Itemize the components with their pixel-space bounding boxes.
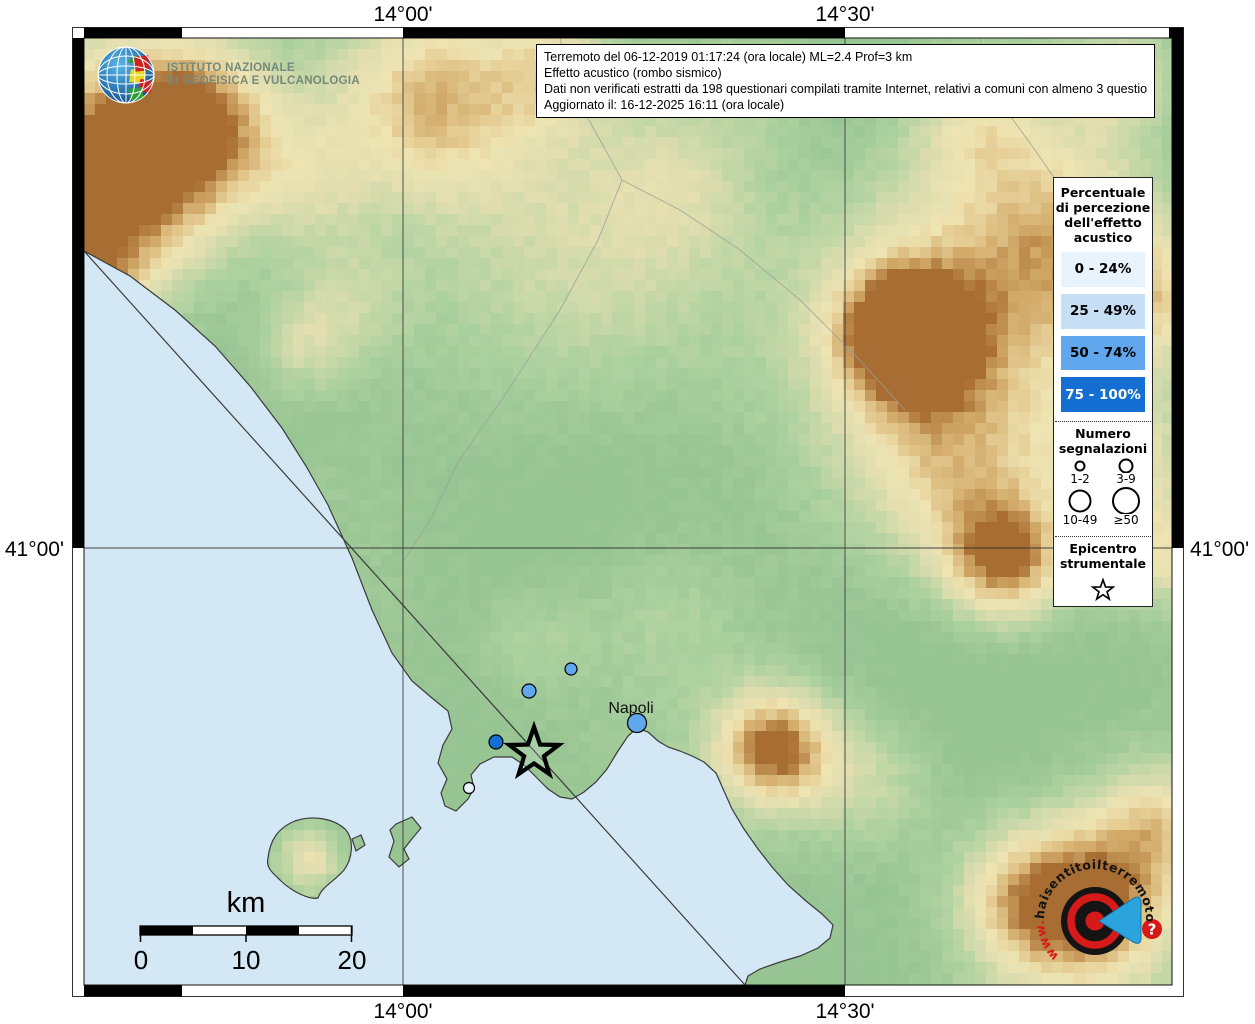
ingv-logo: ISTITUTO NAZIONALE DI GEOFISICA E VULCAN… — [96, 44, 360, 106]
macroseismic-map-page: Napoli km 0 10 20 ? www.haisentit — [0, 0, 1255, 1024]
signal-size-3-9-icon — [1111, 458, 1141, 473]
legend-epicenter-title: Epicentro strumentale — [1060, 541, 1146, 571]
ingv-globe-icon — [96, 44, 158, 106]
city-label-napoli: Napoli — [608, 700, 653, 717]
report-marker — [565, 663, 577, 675]
question-mark: ? — [1148, 921, 1157, 939]
report-marker — [464, 783, 475, 794]
legend-title: Percentuale di percezione dell'effetto a… — [1056, 185, 1151, 245]
legend-class-50-74: 50 - 74% — [1061, 336, 1145, 371]
legend-class-25-49: 25 - 49% — [1061, 294, 1145, 329]
scale-tick-0: 0 — [134, 945, 148, 975]
axis-label-bottom-14-00: 14°00' — [373, 1000, 432, 1023]
legend-divider-2 — [1055, 536, 1151, 537]
axis-label-top-14-00: 14°00' — [373, 3, 432, 26]
legend-class-75-100: 75 - 100% — [1061, 377, 1145, 412]
epicenter-star-icon — [1088, 575, 1118, 606]
legend: Percentuale di percezione dell'effetto a… — [1053, 177, 1153, 607]
event-info-line3: Dati non verificati estratti da 198 ques… — [544, 81, 1147, 97]
signal-size-10-49-icon — [1063, 486, 1097, 514]
legend-divider-1 — [1055, 421, 1151, 422]
event-info-line4: Aggiornato il: 16-12-2025 16:11 (ora loc… — [544, 97, 1147, 113]
event-info-box: Terremoto del 06-12-2019 01:17:24 (ora l… — [536, 44, 1155, 118]
signal-size-1-2-icon — [1065, 458, 1095, 473]
axis-label-top-14-30: 14°30' — [815, 3, 874, 26]
report-marker — [489, 735, 503, 749]
scale-tick-20: 20 — [338, 945, 367, 975]
legend-signal-sizes: 1-2 3-9 10-49 ≥50 — [1057, 458, 1149, 527]
axis-label-bottom-14-30: 14°30' — [815, 1000, 874, 1023]
event-info-line2: Effetto acustico (rombo sismico) — [544, 65, 1147, 81]
scale-unit-label: km — [227, 887, 266, 919]
legend-class-0-24: 0 - 24% — [1061, 252, 1145, 287]
legend-signals-title: Numero segnalazioni — [1059, 426, 1147, 456]
ingv-wordmark: ISTITUTO NAZIONALE DI GEOFISICA E VULCAN… — [167, 62, 360, 89]
axis-label-right-41-00: 41°00' — [1190, 538, 1249, 561]
scale-tick-10: 10 — [232, 945, 261, 975]
event-info-line1: Terremoto del 06-12-2019 01:17:24 (ora l… — [544, 49, 1147, 65]
axis-label-left-41-00: 41°00' — [5, 538, 64, 561]
report-marker — [522, 684, 536, 698]
signal-size-50-icon — [1109, 486, 1143, 514]
